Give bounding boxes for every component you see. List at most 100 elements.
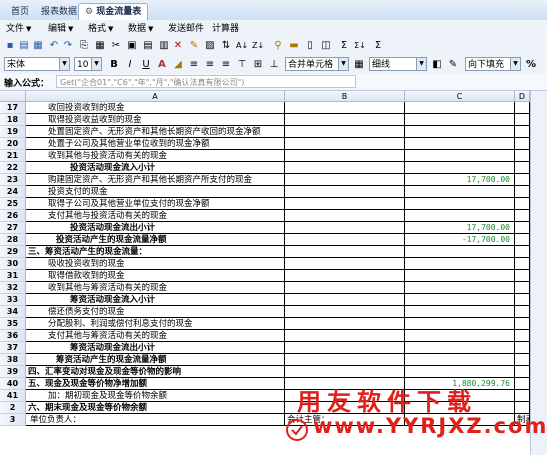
cell-c[interactable] <box>405 294 515 306</box>
cell-c[interactable] <box>405 354 515 366</box>
column-header-c[interactable]: C <box>405 91 515 102</box>
cell-b[interactable] <box>285 150 405 162</box>
cell-c[interactable] <box>405 126 515 138</box>
folder-icon[interactable]: ▬ <box>288 40 300 52</box>
row-number[interactable]: 25 <box>0 198 26 210</box>
menu-send-mail[interactable]: 发送邮件 <box>168 22 204 36</box>
sum-icon[interactable]: Σ <box>338 40 350 52</box>
cell-b[interactable] <box>285 330 405 342</box>
redo-icon[interactable]: ↷ <box>62 40 74 52</box>
fill-color-icon[interactable]: ◢ <box>172 59 184 71</box>
bold-button[interactable]: B <box>108 59 120 71</box>
cell-c[interactable] <box>405 318 515 330</box>
cell-a[interactable]: 收回投资收到的现金 <box>26 102 285 114</box>
cell-c[interactable] <box>405 114 515 126</box>
cell-d[interactable] <box>515 210 530 222</box>
align-middle-icon[interactable]: ⊞ <box>252 59 264 71</box>
column-header-a[interactable]: A <box>26 91 285 102</box>
cut-icon[interactable]: ✂ <box>110 40 122 52</box>
delete-icon[interactable]: ✕ <box>172 40 184 52</box>
column-header-b[interactable]: B <box>285 91 405 102</box>
cell-b[interactable] <box>285 198 405 210</box>
cell-b[interactable] <box>285 138 405 150</box>
cell-d[interactable] <box>515 150 530 162</box>
row-number[interactable]: 34 <box>0 306 26 318</box>
copy-icon[interactable]: ⎘ <box>78 40 90 52</box>
cell-c[interactable] <box>405 258 515 270</box>
font-name-select[interactable]: 宋体 ▼ <box>4 57 70 71</box>
cell-a[interactable]: 六、期末现金及现金等价物余额 <box>26 402 285 414</box>
align-right-icon[interactable]: ≡ <box>220 59 232 71</box>
font-color-icon[interactable]: A <box>156 59 168 71</box>
row-number[interactable]: 38 <box>0 354 26 366</box>
merge-select[interactable]: 合并单元格 ▼ <box>285 57 349 71</box>
cell-c[interactable] <box>405 186 515 198</box>
row-number[interactable]: 3 <box>0 414 26 426</box>
row-number[interactable]: 23 <box>0 174 26 186</box>
cell-a[interactable]: 购建固定资产、无形资产和其他长期资产所支付的现金 <box>26 174 285 186</box>
cell-a[interactable]: 取得子公司及其他营业单位支付的现金净额 <box>26 198 285 210</box>
cell-c[interactable] <box>405 342 515 354</box>
row-number[interactable]: 2 <box>0 402 26 414</box>
cell-a[interactable]: 取得投资收益收到的现金 <box>26 114 285 126</box>
cell-d[interactable] <box>515 114 530 126</box>
cell-a[interactable]: 支付其他与投资活动有关的现金 <box>26 210 285 222</box>
tab-report-data[interactable]: 报表数据 <box>34 3 84 21</box>
italic-button[interactable]: I <box>124 59 136 71</box>
column-header-d[interactable]: D <box>515 91 530 102</box>
cell-d[interactable] <box>515 198 530 210</box>
cell-d[interactable] <box>515 306 530 318</box>
cell-d[interactable] <box>515 294 530 306</box>
menu-edit[interactable]: 编辑 ▼ <box>48 22 73 36</box>
cell-a[interactable]: 五、现金及现金等价物净增加额 <box>26 378 285 390</box>
print-icon[interactable]: ▦ <box>32 40 44 52</box>
cell-a[interactable]: 偿还债务支付的现金 <box>26 306 285 318</box>
cell-c[interactable] <box>405 282 515 294</box>
cell-d[interactable] <box>515 342 530 354</box>
row-number[interactable]: 19 <box>0 126 26 138</box>
cell-a[interactable]: 收到其他与筹资活动有关的现金 <box>26 282 285 294</box>
row-number[interactable]: 21 <box>0 150 26 162</box>
cell-c[interactable] <box>405 330 515 342</box>
cell-d[interactable] <box>515 102 530 114</box>
cell-b[interactable] <box>285 258 405 270</box>
cell-a[interactable]: 四、汇率变动对现金及现金等价物的影响 <box>26 366 285 378</box>
row-number[interactable]: 31 <box>0 270 26 282</box>
cell-a[interactable]: 收到其他与投资活动有关的现金 <box>26 150 285 162</box>
cell-d[interactable] <box>515 258 530 270</box>
insert-icon[interactable]: ▥ <box>158 40 170 52</box>
row-number[interactable]: 40 <box>0 378 26 390</box>
row-number[interactable]: 33 <box>0 294 26 306</box>
font-size-select[interactable]: 10 ▼ <box>74 57 102 71</box>
sort-za-icon[interactable]: Z↓ <box>252 40 264 52</box>
cell-c[interactable] <box>405 150 515 162</box>
cell-d[interactable] <box>515 162 530 174</box>
cell-b[interactable] <box>285 282 405 294</box>
row-number[interactable]: 35 <box>0 318 26 330</box>
cell-b[interactable] <box>285 234 405 246</box>
cell-b[interactable] <box>285 102 405 114</box>
edit-icon[interactable]: ✎ <box>447 59 459 71</box>
cell-a[interactable]: 支付其他与筹资活动有关的现金 <box>26 330 285 342</box>
cell-a[interactable]: 加：期初现金及现金等价物余额 <box>26 390 285 402</box>
cell-d[interactable] <box>515 270 530 282</box>
cell-c[interactable] <box>405 366 515 378</box>
cell-d[interactable] <box>515 246 530 258</box>
menu-format[interactable]: 格式 ▼ <box>88 22 113 36</box>
menu-calculator[interactable]: 计算器 <box>212 22 239 36</box>
cell-c[interactable]: -17,700.00 <box>405 234 515 246</box>
cell-a[interactable]: 筹资活动现金流入小计 <box>26 294 285 306</box>
page-icon[interactable]: ▯ <box>304 40 316 52</box>
menu-file[interactable]: 文件 ▼ <box>6 22 31 36</box>
cell-a[interactable]: 单位负责人： <box>26 414 285 426</box>
align-left-icon[interactable]: ≡ <box>188 59 200 71</box>
corner-cell[interactable] <box>0 91 26 102</box>
row-number[interactable]: 36 <box>0 330 26 342</box>
cell-a[interactable]: 三、筹资活动产生的现金流量： <box>26 246 285 258</box>
cell-a[interactable]: 分配股利、利润或偿付利息支付的现金 <box>26 318 285 330</box>
row-number[interactable]: 26 <box>0 210 26 222</box>
table-icon[interactable]: ▤ <box>142 40 154 52</box>
open-icon[interactable]: ▤ <box>18 40 30 52</box>
undo-icon[interactable]: ↶ <box>48 40 60 52</box>
cell-d[interactable] <box>515 222 530 234</box>
